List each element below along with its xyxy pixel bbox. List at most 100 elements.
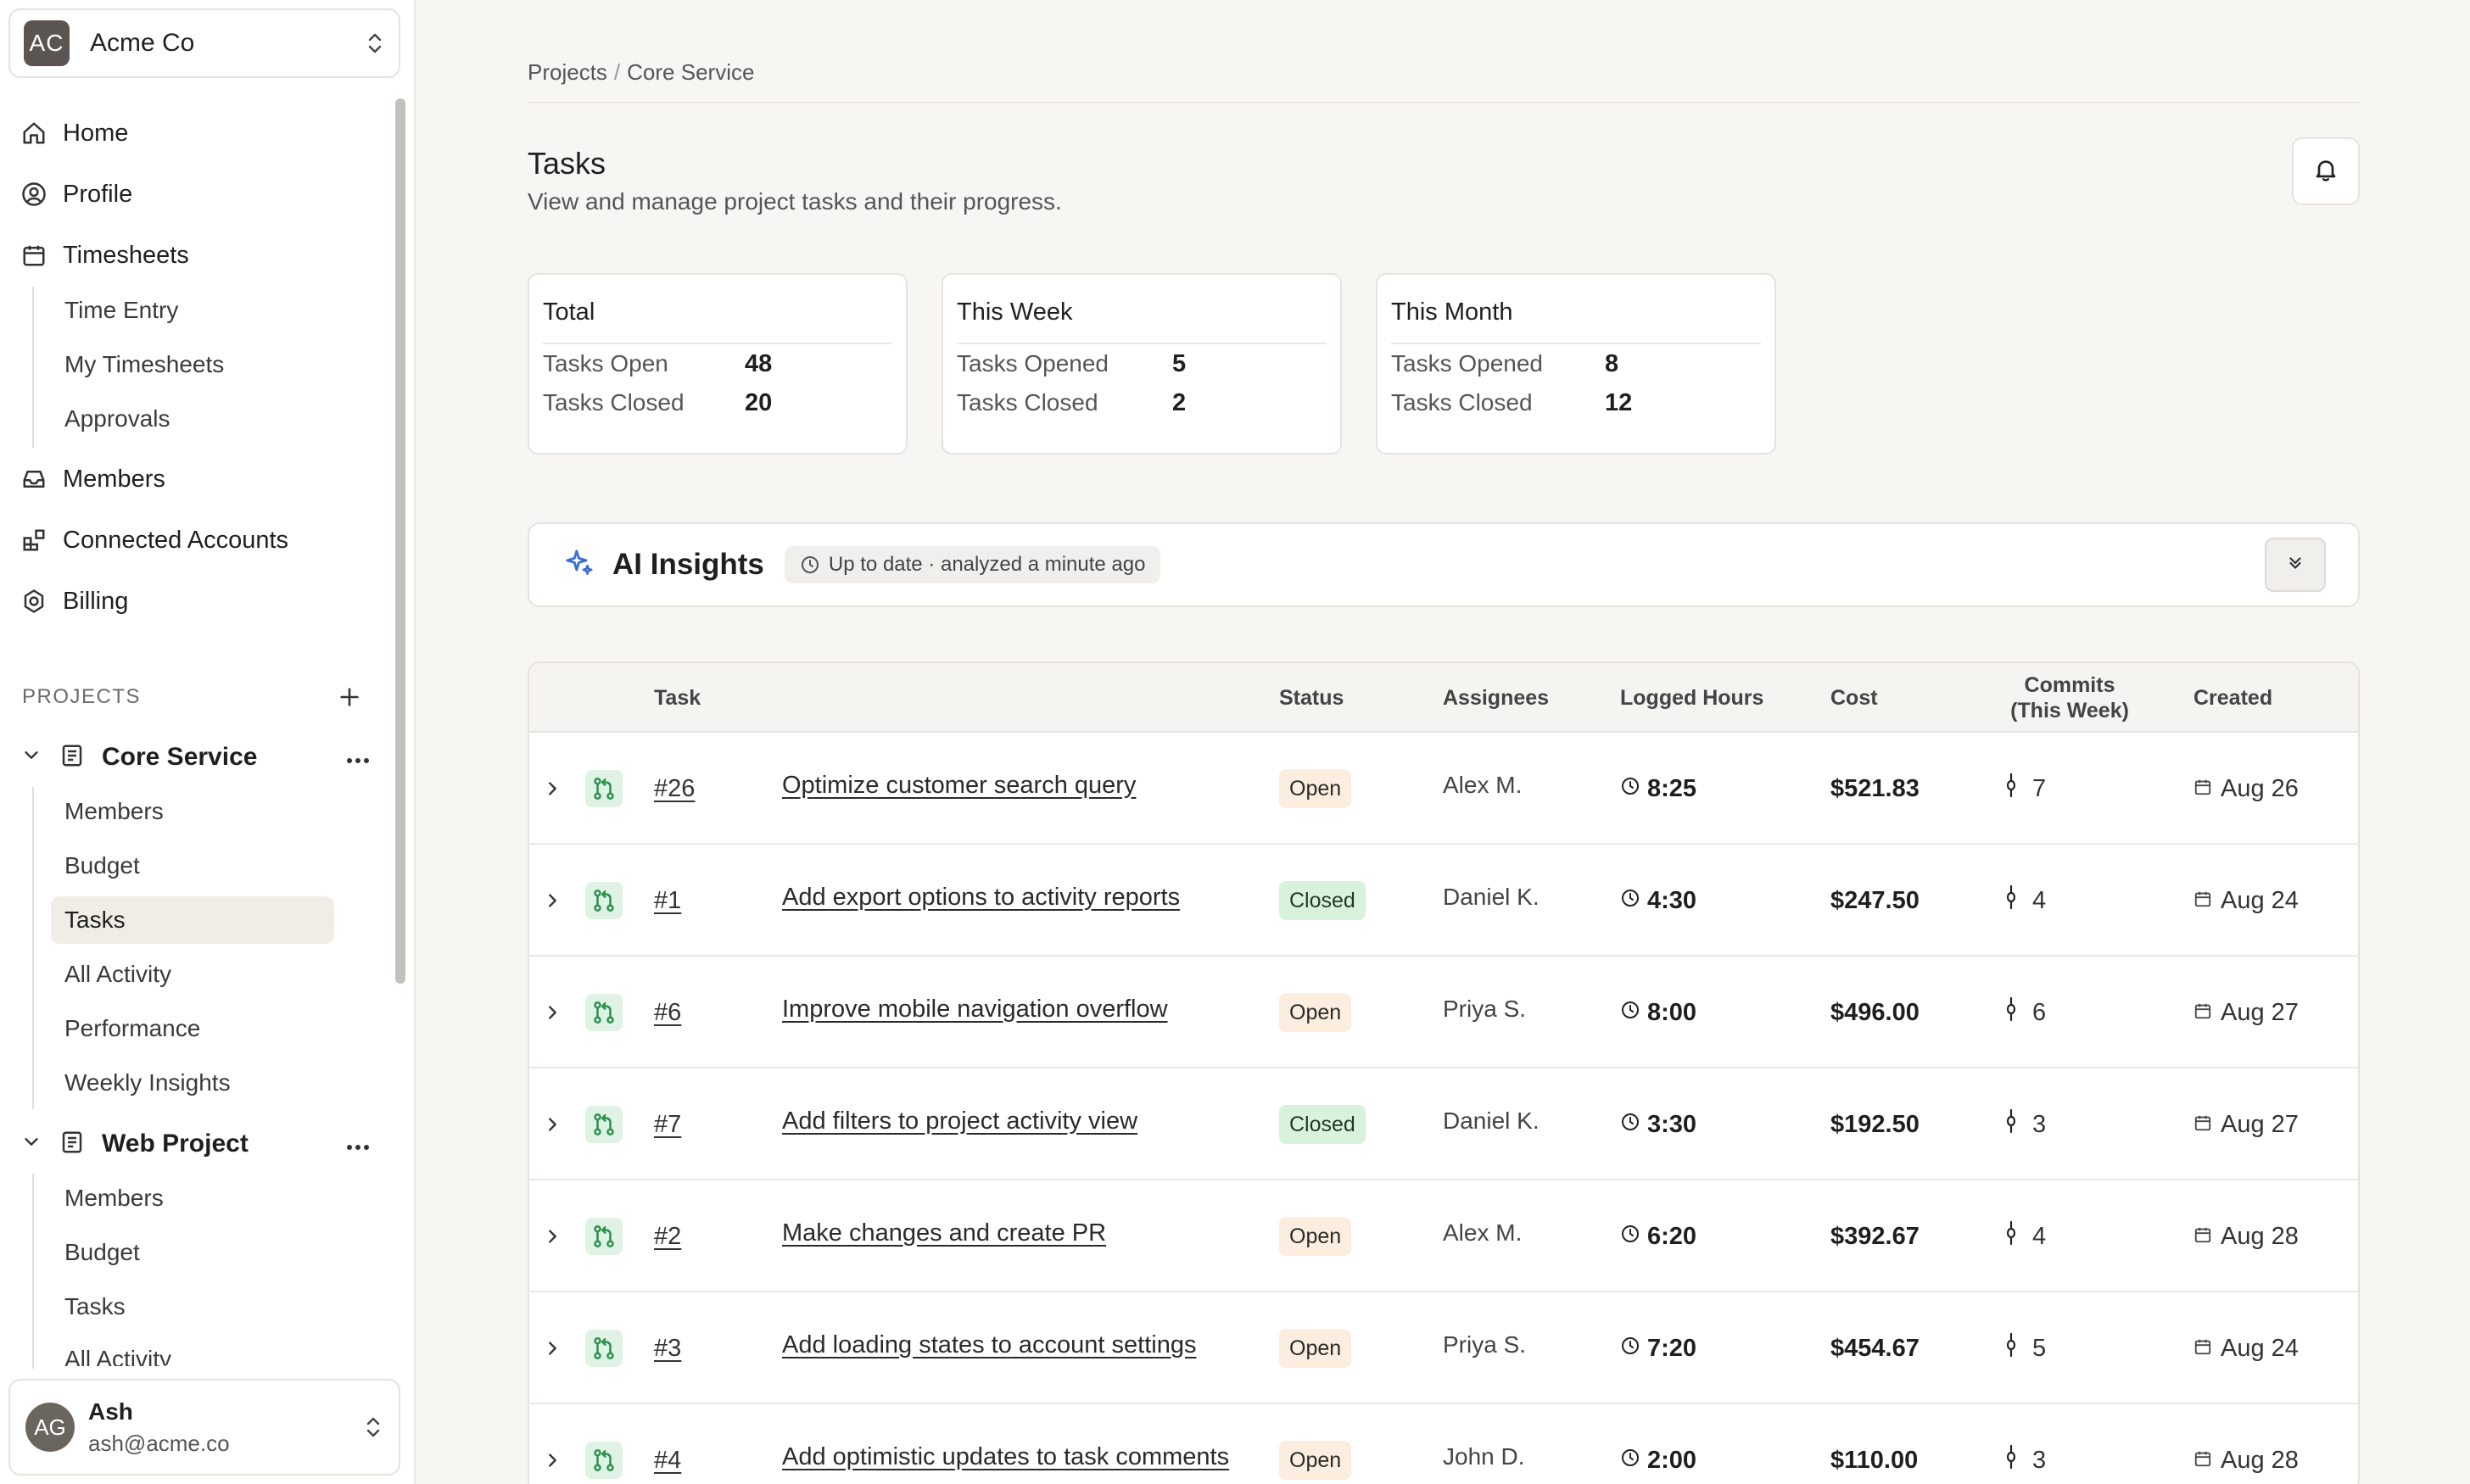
task-name-link[interactable]: Make changes and create PR <box>782 1219 1106 1247</box>
task-id-link[interactable]: #3 <box>654 1335 681 1363</box>
cost-cell: $247.50 <box>1830 845 1920 957</box>
calendar-small-icon <box>2193 1447 2221 1475</box>
col-cost[interactable]: Cost <box>1830 663 1878 733</box>
table-row[interactable]: #7 Add filters to project activity view Cl… <box>529 1068 2358 1180</box>
commit-icon <box>2005 773 2032 805</box>
nav-time-entry[interactable]: Time Entry <box>51 287 178 334</box>
col-status[interactable]: Status <box>1279 663 1344 733</box>
user-menu[interactable]: AG Ash ash@acme.co <box>8 1379 400 1476</box>
core-members[interactable]: Members <box>51 788 164 835</box>
created-date: Aug 28 <box>2193 1223 2299 1251</box>
task-name-link[interactable]: Optimize customer search query <box>782 772 1136 800</box>
core-budget[interactable]: Budget <box>51 842 140 890</box>
expand-row-icon[interactable] <box>543 733 570 845</box>
task-name-link[interactable]: Improve mobile navigation overflow <box>782 996 1168 1024</box>
expand-row-icon[interactable] <box>543 1404 570 1484</box>
col-commits[interactable]: Commits (This Week) <box>1985 663 2154 733</box>
col-assignees[interactable]: Assignees <box>1443 663 1549 733</box>
nav-approvals[interactable]: Approvals <box>51 395 170 443</box>
calendar-small-icon <box>2193 999 2221 1027</box>
project-web-project[interactable]: Web Project <box>22 1120 370 1168</box>
chevron-down-icon[interactable] <box>22 745 44 769</box>
expand-row-icon[interactable] <box>543 1292 570 1404</box>
col-created[interactable]: Created <box>2193 663 2272 733</box>
cost-value: $392.67 <box>1830 1222 1920 1250</box>
pull-request-icon <box>585 1330 623 1367</box>
commits-value: 6 <box>2032 998 2047 1026</box>
sidebar-scrollbar[interactable] <box>395 98 405 984</box>
profile-icon <box>19 179 49 209</box>
clock-icon <box>1620 775 1647 803</box>
project-core-service[interactable]: Core Service <box>22 734 370 781</box>
web-all-activity[interactable]: All Activity <box>51 1337 171 1366</box>
chevron-down-icon[interactable] <box>22 1132 44 1156</box>
cost-cell: $392.67 <box>1830 1180 1920 1292</box>
hours-cell: 8:25 <box>1620 733 1696 845</box>
nav-home[interactable]: Home <box>19 108 128 159</box>
nav-billing[interactable]: Billing <box>19 576 128 627</box>
task-name-link[interactable]: Add optimistic updates to task comments <box>782 1443 1229 1471</box>
commit-icon <box>2005 996 2032 1029</box>
task-id-link[interactable]: #2 <box>654 1223 681 1251</box>
core-weekly-insights[interactable]: Weekly Insights <box>51 1059 231 1107</box>
created-cell: Aug 24 <box>2193 845 2299 957</box>
task-name-cell: Add optimistic updates to task comments <box>782 1404 1229 1484</box>
nav-profile[interactable]: Profile <box>19 169 132 220</box>
logged-hours: 7:20 <box>1620 1335 1696 1363</box>
assignee-cell: John D. <box>1443 1404 1525 1484</box>
org-switcher[interactable]: AC Acme Co <box>8 8 400 78</box>
table-row[interactable]: #1 Add export options to activity reports… <box>529 845 2358 957</box>
web-members[interactable]: Members <box>51 1174 164 1222</box>
col-task[interactable]: Task <box>654 663 701 733</box>
nav-members[interactable]: Members <box>19 454 165 505</box>
task-id-link[interactable]: #6 <box>654 999 681 1027</box>
col-logged-hours[interactable]: Logged Hours <box>1620 663 1763 733</box>
breadcrumb-projects[interactable]: Projects <box>528 59 607 85</box>
expand-row-icon[interactable] <box>543 1180 570 1292</box>
org-name: Acme Co <box>90 29 195 57</box>
created-cell: Aug 24 <box>2193 1292 2299 1404</box>
table-row[interactable]: #2 Make changes and create PR Open Alex M. 6… <box>529 1180 2358 1292</box>
task-name-link[interactable]: Add export options to activity reports <box>782 884 1180 912</box>
expand-insights-button[interactable] <box>2265 538 2326 592</box>
nav-timesheets[interactable]: Timesheets <box>19 230 189 281</box>
task-id-link[interactable]: #4 <box>654 1447 681 1475</box>
table-row[interactable]: #26 Optimize customer search query Open Ale… <box>529 733 2358 845</box>
commit-icon <box>2005 1220 2032 1252</box>
breadcrumb-current[interactable]: Core Service <box>627 59 754 85</box>
core-all-activity[interactable]: All Activity <box>51 951 171 998</box>
more-options-icon[interactable] <box>346 1130 370 1158</box>
ai-insights-panel[interactable]: AI Insights Up to date · analyzed a minu… <box>528 522 2360 607</box>
web-tasks[interactable]: Tasks <box>51 1283 126 1331</box>
task-id-link[interactable]: #26 <box>654 775 695 803</box>
nav-home-label: Home <box>63 119 129 147</box>
billing-icon <box>19 586 49 616</box>
assignee-cell: Priya S. <box>1443 957 1526 1068</box>
project-doc-icon <box>59 743 85 773</box>
task-name-link[interactable]: Add loading states to account settings <box>782 1331 1196 1359</box>
nav-connected-accounts[interactable]: Connected Accounts <box>19 515 288 566</box>
table-row[interactable]: #6 Improve mobile navigation overflow Open… <box>529 957 2358 1068</box>
core-tasks[interactable]: Tasks <box>51 896 334 944</box>
hours-cell: 3:30 <box>1620 1068 1696 1180</box>
expand-row-icon[interactable] <box>543 845 570 957</box>
expand-row-icon[interactable] <box>543 1068 570 1180</box>
created-cell: Aug 27 <box>2193 957 2299 1068</box>
core-performance[interactable]: Performance <box>51 1005 200 1052</box>
commits: 7 <box>2005 773 2046 805</box>
pr-cell <box>585 1404 623 1484</box>
table-row[interactable]: #3 Add loading states to account settings… <box>529 1292 2358 1404</box>
task-id-link[interactable]: #1 <box>654 887 681 915</box>
notifications-button[interactable] <box>2292 137 2360 205</box>
table-row[interactable]: #4 Add optimistic updates to task comment… <box>529 1404 2358 1484</box>
web-budget[interactable]: Budget <box>51 1229 140 1276</box>
task-id-link[interactable]: #7 <box>654 1111 681 1139</box>
add-project-button[interactable] <box>338 685 361 711</box>
more-options-icon[interactable] <box>346 743 370 772</box>
nav-my-timesheets[interactable]: My Timesheets <box>51 341 224 388</box>
breadcrumb-separator: / <box>613 59 621 85</box>
expand-row-icon[interactable] <box>543 957 570 1068</box>
task-name-link[interactable]: Add filters to project activity view <box>782 1107 1137 1135</box>
logged-hours-value: 4:30 <box>1647 886 1697 914</box>
assignee-name: Daniel K. <box>1443 884 1540 910</box>
